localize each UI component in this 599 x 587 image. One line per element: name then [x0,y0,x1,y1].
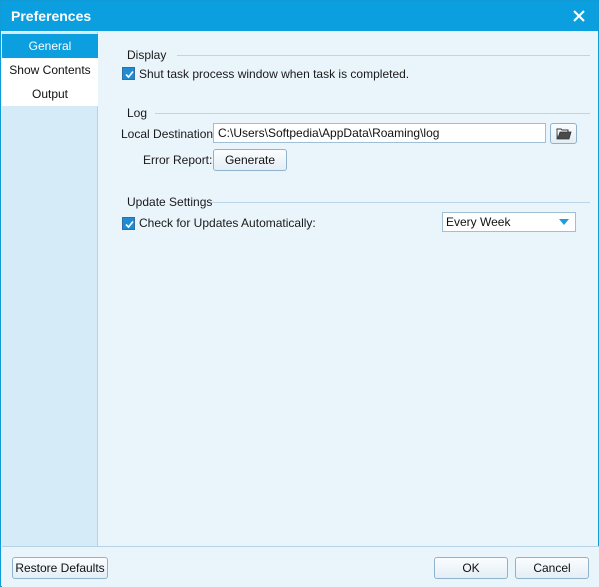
settings-panel: Display Shut task process window when ta… [99,32,598,546]
check-updates-label: Check for Updates Automatically: [139,216,316,230]
chevron-down-icon [559,219,569,225]
sidebar: General Show Contents Output [2,32,98,546]
cancel-button[interactable]: Cancel [515,557,589,579]
log-group-title: Log [127,106,148,120]
update-frequency-value: Every Week [446,215,511,229]
check-updates-checkbox[interactable] [122,217,135,230]
sidebar-item-general[interactable]: General [2,34,98,58]
close-button[interactable] [568,5,590,27]
title-bar: Preferences [1,1,598,31]
window-title: Preferences [11,8,92,24]
update-group-title: Update Settings [127,195,213,209]
update-frequency-dropdown[interactable]: Every Week [442,212,576,232]
sidebar-item-output[interactable]: Output [2,82,98,106]
error-report-label: Error Report: [143,153,213,167]
preferences-window: Preferences General Show Contents Output… [0,0,599,587]
ok-button[interactable]: OK [434,557,508,579]
folder-open-icon [556,128,572,140]
update-group-divider [211,202,590,203]
local-destination-label: Local Destination: [121,127,217,141]
display-group-divider [177,55,590,56]
checkmark-icon [125,70,134,79]
local-destination-field[interactable]: C:\Users\Softpedia\AppData\Roaming\log [213,123,546,143]
shut-task-label: Shut task process window when task is co… [139,67,410,81]
close-icon [573,10,585,22]
sidebar-item-show-contents[interactable]: Show Contents [2,58,98,82]
checkmark-icon [125,220,134,229]
display-group-title: Display [127,48,167,62]
generate-button[interactable]: Generate [213,149,287,171]
footer-bar: Restore Defaults OK Cancel [2,546,599,587]
restore-defaults-button[interactable]: Restore Defaults [12,557,108,579]
shut-task-checkbox[interactable] [122,67,135,80]
log-group-divider [155,113,590,114]
browse-folder-button[interactable] [550,123,577,144]
